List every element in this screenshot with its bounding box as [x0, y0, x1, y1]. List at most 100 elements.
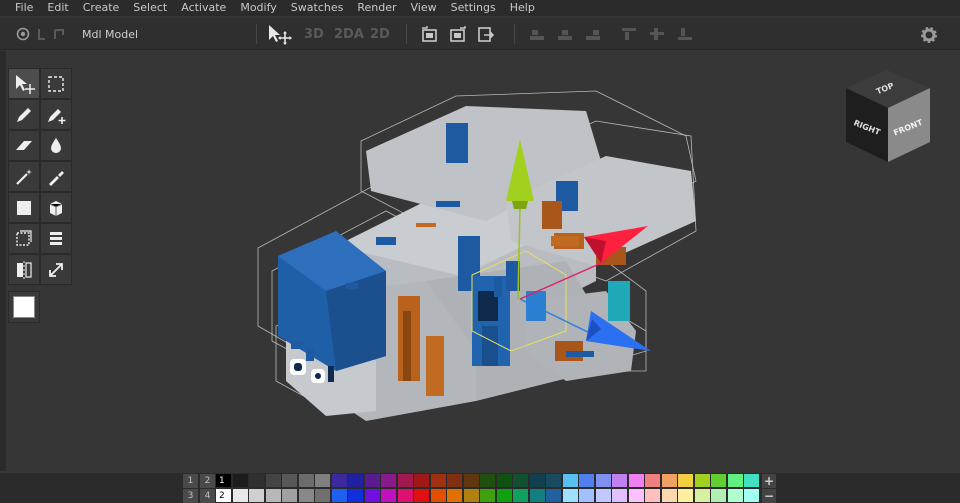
color-swatch[interactable]: [645, 489, 661, 503]
color-swatch[interactable]: [381, 489, 397, 503]
menu-view[interactable]: View: [404, 0, 444, 16]
color-swatch[interactable]: [249, 474, 265, 488]
align-middle-icon[interactable]: [648, 18, 666, 50]
color-swatch[interactable]: [447, 489, 463, 503]
color-swatch[interactable]: [711, 474, 727, 488]
color-swatch[interactable]: [331, 474, 348, 488]
color-swatch[interactable]: [496, 489, 513, 503]
square-fill-tool-button[interactable]: [8, 192, 40, 223]
color-swatch[interactable]: [595, 474, 612, 488]
color-swatch[interactable]: [562, 474, 579, 488]
menu-edit[interactable]: Edit: [40, 0, 75, 16]
color-swatch[interactable]: [315, 489, 331, 503]
mode-label[interactable]: Mdl: [82, 18, 102, 50]
color-swatch[interactable]: [595, 489, 612, 503]
pencil-plus-tool-button[interactable]: [40, 99, 72, 130]
model-label[interactable]: Model: [105, 18, 138, 50]
color-swatch[interactable]: [414, 489, 430, 503]
color-swatch[interactable]: [282, 489, 298, 503]
color-swatch[interactable]: [678, 489, 694, 503]
swatch-page-button[interactable]: 2: [200, 474, 215, 488]
menu-render[interactable]: Render: [350, 0, 403, 16]
color-swatch[interactable]: [661, 474, 678, 488]
flip-icon[interactable]: [476, 18, 496, 50]
menu-swatches[interactable]: Swatches: [284, 0, 351, 16]
menu-activate[interactable]: Activate: [174, 0, 233, 16]
lock-icon[interactable]: [37, 18, 47, 50]
color-swatch[interactable]: [232, 489, 249, 503]
view-2da-button[interactable]: 2DA: [334, 18, 364, 50]
color-swatch[interactable]: [232, 474, 249, 488]
swatch-page-button[interactable]: 3: [183, 489, 198, 503]
undo-icon[interactable]: [51, 18, 67, 50]
color-swatch[interactable]: [628, 474, 645, 488]
color-swatch[interactable]: [513, 474, 529, 488]
color-swatch[interactable]: [364, 474, 381, 488]
color-swatch[interactable]: [744, 489, 760, 503]
color-swatch[interactable]: [645, 474, 661, 488]
eyedropper-tool-button[interactable]: [40, 161, 72, 192]
color-swatch[interactable]: [727, 474, 744, 488]
color-swatch[interactable]: [348, 474, 364, 488]
color-swatch[interactable]: [381, 474, 397, 488]
menu-modify[interactable]: Modify: [233, 0, 283, 16]
color-swatch[interactable]: [430, 489, 447, 503]
color-swatch[interactable]: [612, 474, 628, 488]
rotate-left-icon[interactable]: [420, 18, 440, 50]
cube-outline-tool-button[interactable]: [8, 223, 40, 254]
color-swatch[interactable]: [331, 489, 348, 503]
color-swatch[interactable]: [579, 489, 595, 503]
select-move-tool-button[interactable]: [8, 68, 40, 99]
align-left-icon[interactable]: [528, 18, 546, 50]
eraser-tool-button[interactable]: [8, 130, 40, 161]
color-swatch[interactable]: [298, 474, 315, 488]
color-swatch[interactable]: [678, 474, 694, 488]
color-swatch[interactable]: [414, 474, 430, 488]
color-swatch[interactable]: [315, 474, 331, 488]
3d-viewport[interactable]: [6, 51, 960, 471]
add-swatch-button[interactable]: +: [762, 474, 776, 488]
color-swatch[interactable]: [463, 489, 480, 503]
color-swatch[interactable]: [529, 474, 546, 488]
color-swatch[interactable]: [694, 474, 711, 488]
color-swatch[interactable]: 1: [216, 474, 232, 488]
color-swatch[interactable]: [282, 474, 298, 488]
marquee-select-tool-button[interactable]: [40, 68, 72, 99]
remove-swatch-button[interactable]: −: [762, 489, 776, 503]
color-swatch[interactable]: [249, 489, 265, 503]
color-swatch[interactable]: [694, 489, 711, 503]
color-swatch[interactable]: [612, 489, 628, 503]
color-swatch[interactable]: [265, 474, 282, 488]
color-swatch[interactable]: [744, 474, 760, 488]
pencil-tool-button[interactable]: [8, 99, 40, 130]
color-swatch[interactable]: [529, 489, 546, 503]
color-swatch[interactable]: [364, 489, 381, 503]
select-tool-icon[interactable]: [266, 18, 292, 50]
color-swatch[interactable]: [397, 489, 414, 503]
current-color-button[interactable]: [8, 291, 40, 323]
cube-tool-button[interactable]: [40, 192, 72, 223]
color-swatch[interactable]: [265, 489, 282, 503]
menu-select[interactable]: Select: [126, 0, 174, 16]
align-center-icon[interactable]: [556, 18, 574, 50]
layers-tool-button[interactable]: [40, 223, 72, 254]
color-swatch[interactable]: [348, 489, 364, 503]
align-top-icon[interactable]: [620, 18, 638, 50]
align-right-icon[interactable]: [584, 18, 602, 50]
resize-arrows-tool-button[interactable]: [40, 254, 72, 285]
color-swatch[interactable]: [628, 489, 645, 503]
color-swatch[interactable]: [430, 474, 447, 488]
color-swatch[interactable]: [661, 489, 678, 503]
color-swatch[interactable]: [546, 474, 562, 488]
color-swatch[interactable]: [496, 474, 513, 488]
view-cube[interactable]: TOP RIGHT FRONT: [842, 66, 932, 166]
menu-settings[interactable]: Settings: [444, 0, 503, 16]
target-icon[interactable]: [16, 18, 30, 50]
color-swatch[interactable]: [562, 489, 579, 503]
current-color-swatch[interactable]: [13, 296, 35, 318]
swatch-page-button[interactable]: 4: [200, 489, 215, 503]
paint-drop-tool-button[interactable]: [40, 130, 72, 161]
gear-icon[interactable]: [920, 26, 940, 44]
color-swatch[interactable]: [711, 489, 727, 503]
color-swatch[interactable]: 2: [216, 489, 232, 503]
